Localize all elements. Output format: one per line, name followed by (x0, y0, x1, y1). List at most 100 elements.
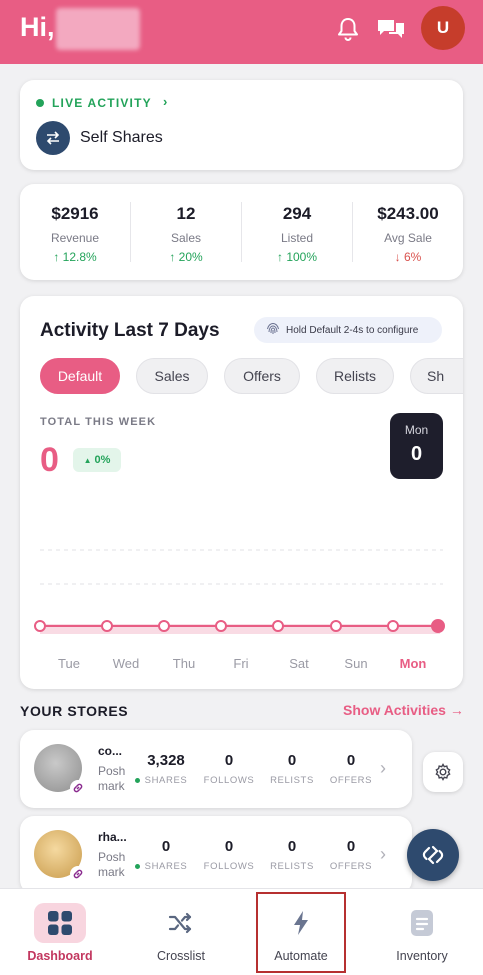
filter-chips: Default Sales Offers Relists Sh (40, 358, 463, 394)
data-point[interactable] (387, 620, 399, 632)
chevron-right-icon[interactable]: › (380, 758, 386, 779)
nav-label: Crosslist (157, 949, 205, 963)
metric-label: SHARES (144, 775, 188, 786)
stat-avg-sale[interactable]: $243.00 Avg Sale ↓ 6% (353, 184, 463, 280)
metric-shares: 0 SHARES (134, 838, 198, 872)
link-loop-icon (422, 845, 444, 865)
nav-crosslist[interactable]: Crosslist (131, 889, 231, 975)
metric-value: 0 (346, 838, 356, 855)
data-point[interactable] (330, 620, 342, 632)
chat-icon[interactable] (375, 14, 405, 44)
nav-inventory[interactable]: Inventory (372, 889, 472, 975)
metric-label: RELISTS (270, 775, 314, 786)
stat-label: Listed (280, 231, 314, 245)
chevron-right-icon[interactable]: › (380, 844, 386, 865)
swap-icon (36, 121, 70, 155)
metric-value: 0 (287, 752, 297, 769)
fingerprint-icon (266, 322, 280, 339)
stat-value: $2916 (51, 204, 99, 223)
metric-value: 3,328 (147, 752, 185, 769)
app-header: Hi, U (0, 0, 483, 64)
metric-label: FOLLOWS (203, 861, 255, 872)
x-tick-label: Sun (344, 656, 368, 671)
stats-card: $2916 Revenue ↑ 12.8% 12 Sales ↑ 20% 294… (20, 184, 463, 280)
live-activity-label: LIVE ACTIVITY (52, 96, 152, 110)
metric-label: SHARES (144, 861, 188, 872)
stat-change: ↑ 12.8% (53, 250, 97, 264)
store-card[interactable]: rha... Posh mark 0 SHARES 0 FOLLOWS 0 RE… (20, 816, 412, 894)
metric-value: 0 (346, 752, 356, 769)
store-name: rha... (98, 830, 127, 844)
metric-label: OFFERS (329, 861, 373, 872)
self-shares-label: Self Shares (80, 129, 163, 146)
user-avatar[interactable]: U (421, 6, 465, 50)
nav-dashboard[interactable]: Dashboard (10, 889, 110, 975)
data-point[interactable] (431, 619, 445, 633)
metric-value: 0 (287, 838, 297, 855)
store-platform: Posh mark (98, 764, 126, 793)
metric-shares: 3,328 SHARES (134, 752, 198, 786)
x-tick-label: Mon (399, 656, 427, 671)
selected-day-value: 0 (410, 443, 423, 465)
data-point[interactable] (272, 620, 284, 632)
metric-label: FOLLOWS (203, 775, 255, 786)
chevron-right-icon: › (163, 94, 168, 109)
filter-shares[interactable]: Sh (410, 358, 463, 394)
data-point[interactable] (158, 620, 170, 632)
stat-label: Avg Sale (384, 231, 432, 245)
filter-relists[interactable]: Relists (316, 358, 394, 394)
your-stores-title: YOUR STORES (20, 703, 129, 719)
store-platform: Posh mark (98, 850, 126, 879)
x-tick-label: Wed (112, 656, 140, 671)
change-value: 0% (94, 454, 111, 466)
stat-value: 294 (282, 204, 312, 223)
metric-value: 0 (224, 752, 234, 769)
gear-icon[interactable] (423, 752, 463, 792)
filter-sales[interactable]: Sales (136, 358, 208, 394)
bottom-navigation: Dashboard Crosslist Automate Inventory (0, 888, 483, 975)
x-tick-label: Fri (233, 656, 249, 671)
metric-relists: 0 RELISTS (260, 838, 324, 872)
filter-default[interactable]: Default (40, 358, 120, 394)
metric-label: OFFERS (329, 775, 373, 786)
data-point[interactable] (215, 620, 227, 632)
link-icon (70, 866, 86, 882)
x-tick-label: Thu (172, 656, 196, 671)
metric-relists: 0 RELISTS (260, 752, 324, 786)
stat-label: Sales (170, 231, 202, 245)
live-status-dot (36, 99, 44, 107)
data-point[interactable] (101, 620, 113, 632)
metric-offers: 0 OFFERS (319, 838, 383, 872)
stat-change: ↓ 6% (394, 250, 422, 264)
total-this-week-label: TOTAL THIS WEEK (40, 416, 157, 428)
filter-offers[interactable]: Offers (224, 358, 300, 394)
activity-title: Activity Last 7 Days (40, 320, 220, 341)
nav-label: Dashboard (27, 949, 93, 963)
shuffle-icon (155, 903, 207, 943)
metric-label: RELISTS (270, 861, 314, 872)
bell-icon[interactable] (333, 14, 363, 44)
stat-revenue[interactable]: $2916 Revenue ↑ 12.8% (20, 184, 130, 280)
grid-icon (34, 903, 86, 943)
selected-day-tooltip: Mon 0 (390, 413, 443, 479)
nav-label: Inventory (396, 949, 448, 963)
selected-day-label: Mon (404, 423, 429, 437)
live-activity-card[interactable]: LIVE ACTIVITY › Self Shares (20, 80, 463, 170)
automation-fab[interactable] (407, 829, 459, 881)
link-icon (70, 780, 86, 796)
show-activities-link[interactable]: Show Activities → (343, 702, 464, 718)
stat-change: ↑ 20% (169, 250, 203, 264)
stat-sales[interactable]: 12 Sales ↑ 20% (131, 184, 241, 280)
x-tick-label: Tue (58, 656, 80, 671)
total-this-week-value: 0 (40, 441, 59, 479)
stat-listed[interactable]: 294 Listed ↑ 100% (242, 184, 352, 280)
metric-value: 0 (224, 838, 234, 855)
change-badge: ▲ 0% (73, 448, 121, 472)
configure-hint: Hold Default 2-4s to configure (254, 317, 442, 343)
store-card[interactable]: co... Posh mark 3,328 SHARES 0 FOLLOWS 0… (20, 730, 412, 808)
activity-line-chart[interactable] (20, 536, 463, 646)
document-icon (396, 903, 448, 943)
data-point (34, 620, 46, 632)
greeting-text: Hi, (20, 12, 55, 42)
metric-offers: 0 OFFERS (319, 752, 383, 786)
